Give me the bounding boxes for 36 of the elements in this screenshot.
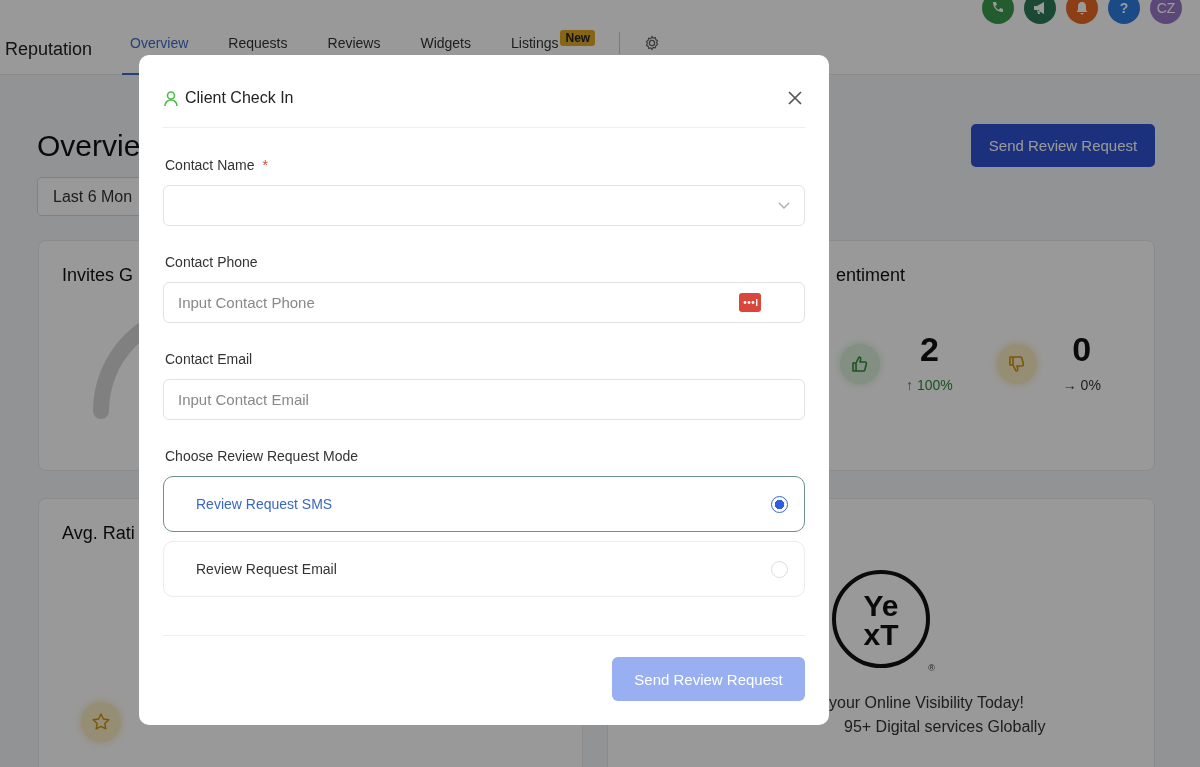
thumbs-down-icon bbox=[996, 344, 1037, 384]
stat-count: 0 bbox=[1072, 330, 1092, 369]
card-title: Invites G bbox=[62, 265, 134, 286]
card-title: Avg. Rati bbox=[62, 523, 135, 544]
help-button[interactable]: ? bbox=[1108, 0, 1140, 24]
settings-icon[interactable] bbox=[644, 35, 661, 51]
send-review-request-button[interactable]: Send Review Request bbox=[971, 124, 1155, 167]
page-heading: Overvie bbox=[37, 128, 141, 163]
app-title: Reputation bbox=[5, 39, 94, 60]
required-mark: * bbox=[262, 156, 268, 174]
mode-option[interactable]: Review Request Email bbox=[163, 541, 805, 597]
input-field[interactable]: Input Contact Email bbox=[163, 379, 805, 420]
stat-change: ↑ 100% bbox=[906, 377, 953, 393]
modal-title: Client Check In bbox=[185, 88, 294, 108]
chevron-down-icon bbox=[778, 202, 790, 209]
promo-text: 95+ Digital services Globally bbox=[844, 718, 1046, 736]
user-icon bbox=[163, 89, 179, 107]
field-label: Contact Phone bbox=[165, 253, 258, 271]
input-field[interactable]: Input Contact Phone bbox=[163, 282, 805, 323]
stat-change: → 0% bbox=[1062, 377, 1101, 393]
new-badge: New bbox=[560, 30, 596, 46]
dots-icon[interactable] bbox=[739, 293, 761, 312]
stat-count: 2 bbox=[919, 330, 939, 369]
close-icon[interactable] bbox=[787, 90, 803, 106]
field-label: Contact Name bbox=[165, 156, 255, 174]
bell-icon bbox=[1074, 0, 1090, 16]
mode-option[interactable]: Review Request SMS bbox=[163, 476, 805, 532]
field-label: Contact Email bbox=[165, 350, 253, 368]
radio-button[interactable] bbox=[771, 495, 788, 513]
section-label: Choose Review Request Mode bbox=[165, 447, 359, 465]
notifications-button[interactable] bbox=[1066, 0, 1098, 24]
thumbs-up-icon bbox=[840, 344, 880, 384]
promo-text: your Online Visibility Today! bbox=[829, 694, 1025, 712]
megaphone-button[interactable] bbox=[1024, 0, 1056, 24]
card-title: entiment bbox=[836, 265, 906, 286]
phone-button[interactable] bbox=[982, 0, 1014, 24]
